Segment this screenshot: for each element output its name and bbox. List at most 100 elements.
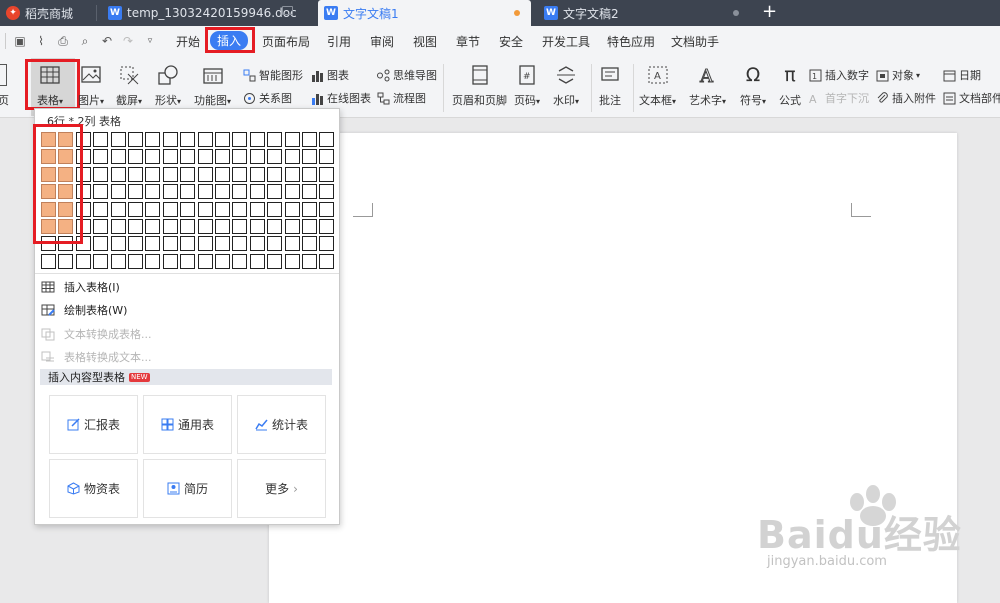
- insert-number-button[interactable]: 1 插入数字: [809, 67, 869, 83]
- grid-cell[interactable]: [267, 219, 283, 234]
- grid-cell[interactable]: [232, 149, 248, 165]
- draw-table-item[interactable]: 绘制表格(W): [41, 302, 127, 318]
- mind-map-button[interactable]: 思维导图: [377, 67, 437, 83]
- grid-cell[interactable]: [215, 184, 230, 200]
- undo-icon[interactable]: ↶: [100, 34, 114, 48]
- grid-cell[interactable]: [249, 236, 265, 252]
- grid-cell[interactable]: [232, 219, 248, 234]
- art-text-button[interactable]: A 艺术字▾: [689, 64, 726, 108]
- formula-button[interactable]: π 公式: [779, 64, 801, 108]
- doc-parts-button[interactable]: 文档部件: [943, 90, 1000, 106]
- grid-cell[interactable]: [110, 166, 126, 182]
- grid-cell[interactable]: [215, 166, 230, 182]
- grid-cell[interactable]: [162, 236, 178, 252]
- menu-review[interactable]: 审阅: [370, 33, 394, 50]
- grid-cell[interactable]: [128, 166, 143, 182]
- grid-cell[interactable]: [319, 132, 335, 147]
- screenshot-button[interactable]: 截屏▾: [116, 64, 142, 108]
- grid-cell[interactable]: [180, 201, 196, 217]
- grid-cell[interactable]: [267, 149, 283, 165]
- grid-cell[interactable]: [215, 236, 230, 252]
- new-tab-button[interactable]: +: [762, 1, 777, 22]
- grid-cell[interactable]: [197, 201, 213, 217]
- grid-cell[interactable]: [93, 253, 109, 269]
- menu-reference[interactable]: 引用: [327, 33, 351, 50]
- grid-cell[interactable]: [249, 132, 265, 147]
- grid-cell[interactable]: [58, 253, 74, 269]
- page-button-partial[interactable]: 页: [0, 92, 9, 108]
- redo-icon[interactable]: ↷: [121, 34, 135, 48]
- function-chart-button[interactable]: 功能图▾: [194, 64, 231, 108]
- grid-cell[interactable]: [197, 236, 213, 252]
- grid-cell[interactable]: [128, 236, 143, 252]
- grid-cell[interactable]: [249, 253, 265, 269]
- grid-cell[interactable]: [180, 236, 196, 252]
- grid-cell[interactable]: [180, 166, 196, 182]
- grid-cell[interactable]: [197, 132, 213, 147]
- grid-cell[interactable]: [145, 184, 161, 200]
- grid-cell[interactable]: [284, 236, 300, 252]
- grid-cell[interactable]: [215, 253, 230, 269]
- grid-cell[interactable]: [128, 219, 143, 234]
- symbol-button[interactable]: Ω 符号▾: [740, 64, 766, 108]
- chart-button[interactable]: 图表: [311, 67, 349, 83]
- grid-cell[interactable]: [284, 166, 300, 182]
- grid-cell[interactable]: [128, 132, 143, 147]
- screen-icon[interactable]: [282, 6, 293, 15]
- grid-cell[interactable]: [93, 219, 109, 234]
- grid-cell[interactable]: [284, 184, 300, 200]
- text-box-button[interactable]: A 文本框▾: [639, 64, 676, 108]
- grid-cell[interactable]: [145, 201, 161, 217]
- grid-cell[interactable]: [93, 166, 109, 182]
- grid-cell[interactable]: [232, 184, 248, 200]
- grid-cell[interactable]: [302, 236, 317, 252]
- grid-cell[interactable]: [180, 132, 196, 147]
- grid-cell[interactable]: [93, 184, 109, 200]
- grid-cell[interactable]: [232, 201, 248, 217]
- drop-cap-button[interactable]: A 首字下沉: [809, 90, 869, 106]
- menu-developer[interactable]: 开发工具: [542, 33, 590, 50]
- tab-doc[interactable]: W temp_13032420159946.doc: [102, 0, 302, 26]
- smart-graphic-button[interactable]: 智能图形: [243, 67, 303, 83]
- grid-cell[interactable]: [249, 184, 265, 200]
- grid-cell[interactable]: [110, 201, 126, 217]
- grid-cell[interactable]: [302, 201, 317, 217]
- grid-cell[interactable]: [267, 253, 283, 269]
- page-number-button[interactable]: # 页码▾: [514, 64, 540, 108]
- grid-cell[interactable]: [249, 149, 265, 165]
- grid-cell[interactable]: [128, 201, 143, 217]
- menu-start[interactable]: 开始: [176, 33, 200, 50]
- grid-cell[interactable]: [302, 132, 317, 147]
- materials-table-card[interactable]: 物资表: [49, 459, 138, 518]
- grid-cell[interactable]: [162, 219, 178, 234]
- resume-card[interactable]: 简历: [143, 459, 232, 518]
- grid-cell[interactable]: [302, 166, 317, 182]
- grid-cell[interactable]: [180, 149, 196, 165]
- grid-cell[interactable]: [93, 132, 109, 147]
- grid-cell[interactable]: [319, 236, 335, 252]
- insert-table-item[interactable]: 插入表格(I): [41, 279, 120, 295]
- print-preview-icon[interactable]: ⌕: [78, 34, 92, 48]
- grid-cell[interactable]: [110, 219, 126, 234]
- text-to-table-item[interactable]: 文本转换成表格...: [41, 326, 152, 342]
- grid-cell[interactable]: [215, 132, 230, 147]
- grid-cell[interactable]: [180, 219, 196, 234]
- grid-cell[interactable]: [267, 201, 283, 217]
- grid-cell[interactable]: [110, 132, 126, 147]
- grid-cell[interactable]: [249, 166, 265, 182]
- grid-cell[interactable]: [302, 253, 317, 269]
- grid-cell[interactable]: [267, 132, 283, 147]
- grid-cell[interactable]: [197, 184, 213, 200]
- grid-cell[interactable]: [319, 166, 335, 182]
- grid-cell[interactable]: [319, 253, 335, 269]
- grid-cell[interactable]: [267, 184, 283, 200]
- grid-cell[interactable]: [162, 184, 178, 200]
- date-button[interactable]: 日期: [943, 67, 981, 83]
- grid-cell[interactable]: [232, 253, 248, 269]
- grid-cell[interactable]: [197, 253, 213, 269]
- grid-cell[interactable]: [145, 219, 161, 234]
- statistics-table-card[interactable]: 统计表: [237, 395, 326, 454]
- grid-cell[interactable]: [162, 253, 178, 269]
- picture-button[interactable]: 图片▾: [78, 64, 104, 108]
- grid-cell[interactable]: [110, 184, 126, 200]
